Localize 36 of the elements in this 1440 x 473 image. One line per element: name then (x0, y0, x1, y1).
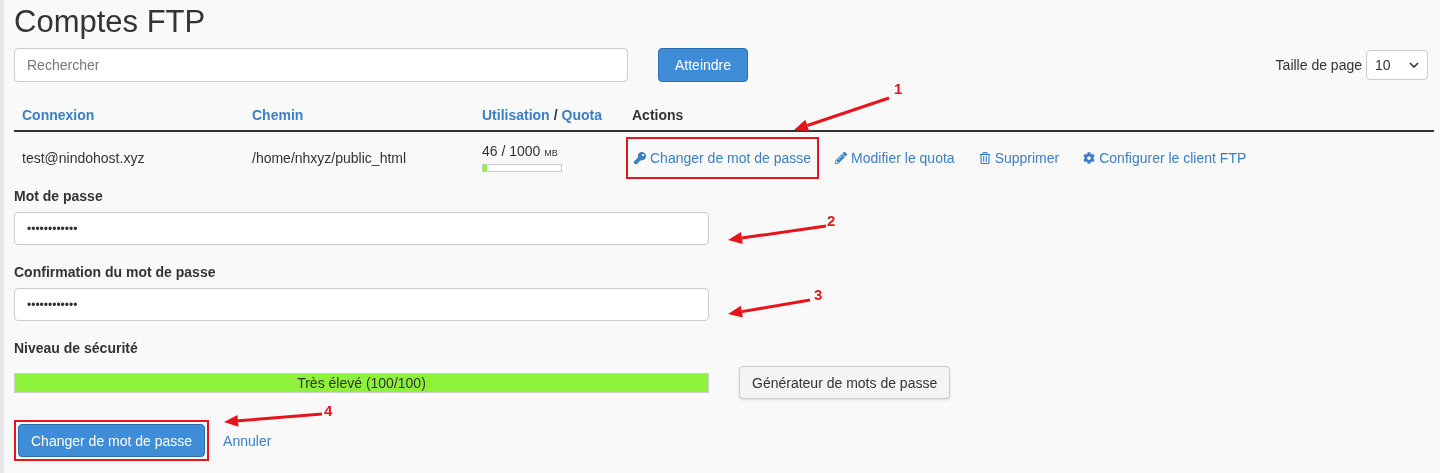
action-link[interactable]: Supprimer (972, 139, 1066, 177)
column-header-link[interactable]: Connexion (22, 107, 95, 123)
column-header-link[interactable]: Quota (561, 105, 602, 125)
column-header: Actions (632, 107, 684, 123)
header-separator: / (553, 106, 558, 125)
field-label: Confirmation du mot de passe (14, 263, 217, 282)
action-link[interactable]: Configurer le client FTP (1077, 139, 1253, 177)
login-cell: test@nindohost.xyz (22, 150, 145, 166)
field-label: Mot de passe (14, 187, 104, 206)
annotation-number: 4 (324, 401, 333, 421)
pencil-icon (835, 152, 848, 164)
annotation-number: 1 (894, 79, 903, 99)
annotation-number: 2 (827, 211, 836, 231)
action-link[interactable]: Modifier le quota (829, 139, 961, 177)
go-button[interactable]: Atteindre (658, 48, 749, 82)
password-field[interactable]: •••••••••••• (14, 212, 709, 245)
strength-reading: Très élevé (100/100) (296, 373, 427, 392)
column-header-link[interactable]: Chemin (252, 107, 304, 123)
chevron-down-icon (1409, 62, 1419, 68)
annotation-number: 3 (814, 285, 823, 305)
change-password-button[interactable]: Changer de mot de passe (18, 424, 206, 457)
page-size-label: Taille de page (1275, 56, 1362, 75)
column-header-link[interactable]: Utilisation (482, 105, 550, 125)
search-field[interactable]: Rechercher (14, 48, 628, 82)
key-icon (634, 152, 646, 164)
password-generator-button[interactable]: Générateur de mots de passe (739, 366, 951, 399)
field-label: Niveau de sécurité (14, 339, 139, 358)
page-size-select[interactable]: 10 (1366, 50, 1428, 80)
page-title: Comptes FTP (14, 3, 207, 41)
path-cell: /home/nhxyz/public_html (252, 150, 407, 166)
trash-icon (978, 152, 991, 164)
action-link[interactable]: Changer de mot de passe (628, 139, 818, 177)
usage-text: 46 / 1000 MB (482, 141, 559, 161)
settings-icon (1083, 152, 1096, 164)
cancel-link[interactable]: Annuler (223, 430, 272, 451)
password-confirm-field[interactable]: •••••••••••• (14, 288, 709, 321)
